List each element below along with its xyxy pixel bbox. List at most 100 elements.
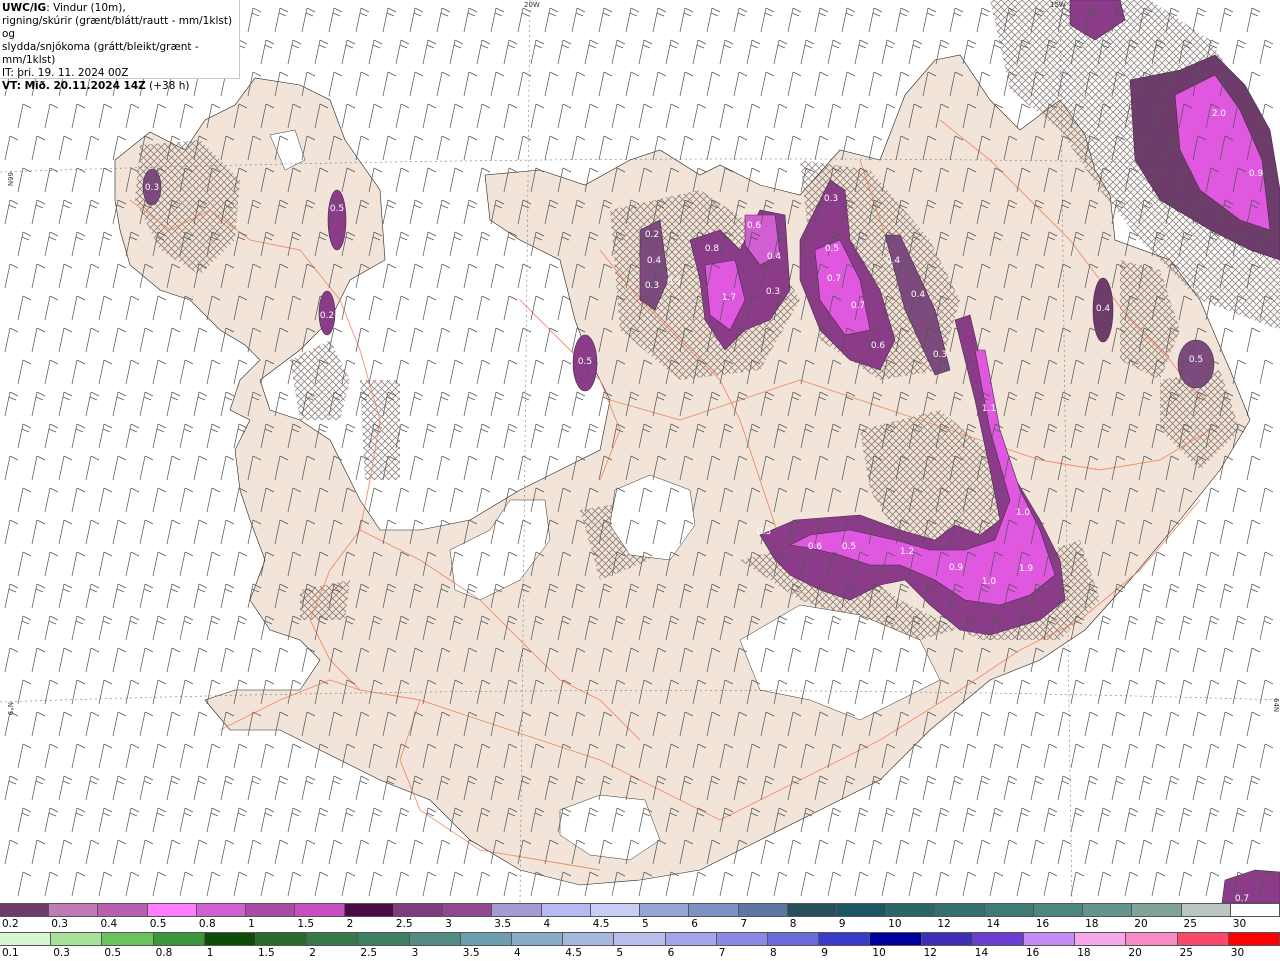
legend-swatch: [768, 933, 820, 945]
legend-label: 1.5: [258, 947, 275, 959]
legend-label: 2: [309, 947, 316, 959]
precip-label: 0.5: [825, 244, 839, 254]
precip-label: 0.4: [647, 256, 662, 266]
forecast-map[interactable]: 20W 15W 66N 64N N°9 0.3 0.5 0.2 0.2 0.4: [0, 0, 1280, 903]
legend-label: 3: [411, 947, 419, 959]
precip-label: 0.4: [886, 256, 901, 266]
legend-swatch: [0, 904, 50, 916]
legend-swatch: [787, 904, 837, 916]
legend-label: 7: [718, 947, 726, 959]
legend-label: 0.8: [198, 918, 216, 930]
legend-label: 0.2: [2, 918, 19, 930]
legend-label: 9: [821, 947, 828, 959]
precip-label: 0.3: [145, 183, 159, 193]
legend-label: 30: [1230, 947, 1245, 959]
precip-label: 2.0: [1212, 109, 1227, 119]
legend-swatch: [972, 933, 1025, 945]
legend-swatch: [153, 933, 205, 945]
legend-swatch: [443, 904, 493, 916]
precip-label: 0.9: [949, 563, 964, 573]
legend-label: 6: [691, 918, 698, 930]
precip-label: 0.5: [667, 277, 681, 287]
precip-label: 0.3: [645, 281, 659, 291]
legend-label: 0.4: [100, 918, 118, 930]
legend-swatch: [460, 933, 513, 945]
legend-label: 8: [789, 918, 797, 930]
legend-swatch: [1033, 904, 1084, 916]
legend-label: 14: [974, 947, 989, 959]
legend-label: 5: [616, 947, 624, 959]
legend-swatch: [49, 904, 99, 916]
precip-label: 0.3: [933, 350, 947, 360]
legend-label: 5: [642, 918, 649, 930]
legend-label: 0.3: [51, 918, 68, 930]
legend-label: 2.5: [395, 918, 413, 930]
legend-label: 3.5: [494, 918, 511, 930]
precip-label: 1.1: [982, 404, 996, 414]
legend-swatch: [935, 904, 985, 916]
legend-label: 16: [1035, 918, 1050, 930]
legend-label: 1.5: [297, 918, 315, 930]
legend-label: 4.5: [565, 947, 582, 959]
precip-label: 1.7: [722, 293, 736, 303]
rain-legend-swatches: [0, 932, 1280, 946]
precip-label: 0.7: [851, 301, 865, 311]
legend-swatch: [102, 933, 154, 945]
legend-label: 1: [248, 918, 255, 930]
legend-label: 12: [923, 947, 937, 959]
init-time: IT: þri. 19. 11. 2024 00Z: [2, 67, 129, 79]
forecast-info-box: UWC/IG: Vindur (10m), rigning/skúrir (gr…: [0, 0, 240, 92]
legend-label: 25: [1183, 918, 1197, 930]
precip-label: 0.3: [766, 287, 780, 297]
legend-swatch: [393, 904, 444, 916]
legend-label: 0.3: [53, 947, 70, 959]
legend-swatch: [541, 904, 591, 916]
legend-swatch: [640, 904, 690, 916]
precip-label: 0.4: [1096, 304, 1111, 314]
precip-label: 0.5: [1189, 355, 1203, 365]
info-desc-3: slydda/snjókoma (grátt/bleikt/grænt - mm…: [2, 41, 199, 66]
precip-label: 0.7: [1235, 894, 1249, 903]
precip-label: 0.5: [578, 357, 592, 367]
legend-swatch: [1230, 904, 1280, 916]
legend-label: 2: [346, 918, 354, 930]
legend-label: 4: [514, 947, 521, 959]
info-line-1: UWC/IG: Vindur (10m),: [2, 2, 239, 15]
legend-swatch: [98, 904, 148, 916]
legend-label: 7: [740, 918, 748, 930]
valid-time: VT: Mið. 20.11.2024 14Z: [2, 80, 146, 92]
legend-label: 10: [872, 947, 886, 959]
legend-label: 20: [1134, 918, 1148, 930]
legend-swatch: [665, 933, 717, 945]
legend-swatch: [204, 933, 257, 945]
legend-label: 1: [206, 947, 214, 959]
legend-swatch: [819, 933, 871, 945]
info-desc-1: : Vindur (10m),: [46, 2, 126, 14]
lon-label-15w: 15W: [1050, 1, 1066, 9]
legend-swatch: [409, 933, 461, 945]
legend-label: 4: [543, 918, 551, 930]
precip-label: 0.8: [705, 244, 720, 254]
legend-label: 9: [838, 918, 846, 930]
precip-label: 0.5: [330, 204, 344, 214]
info-desc-2: rigning/skúrir (grænt/blátt/rautt - mm/1…: [2, 15, 233, 40]
lat-label-64n: 64N: [1272, 698, 1280, 712]
legend-label: 4.5: [592, 918, 610, 930]
legend-swatch: [307, 933, 359, 945]
legend-swatch: [1132, 904, 1182, 916]
legend-swatch: [590, 904, 641, 916]
legend-swatch: [512, 933, 564, 945]
legend-label: 20: [1128, 947, 1142, 959]
valid-time-line: VT: Mið. 20.11.2024 14Z (+38 h): [2, 80, 239, 93]
legend-swatch: [1126, 933, 1178, 945]
lat-label-66n: 66N: [6, 172, 14, 186]
legend-swatch: [0, 933, 52, 945]
precip-label: 0.6: [808, 542, 823, 552]
legend-swatch: [344, 904, 394, 916]
precip-label: 0.3: [757, 527, 771, 537]
legend-label: 3: [445, 918, 452, 930]
legend-label: 18: [1077, 947, 1091, 959]
precip-label: 1.2: [900, 547, 914, 557]
precip-label: 0.6: [871, 341, 886, 351]
precip-label: 1.0: [1016, 508, 1031, 518]
